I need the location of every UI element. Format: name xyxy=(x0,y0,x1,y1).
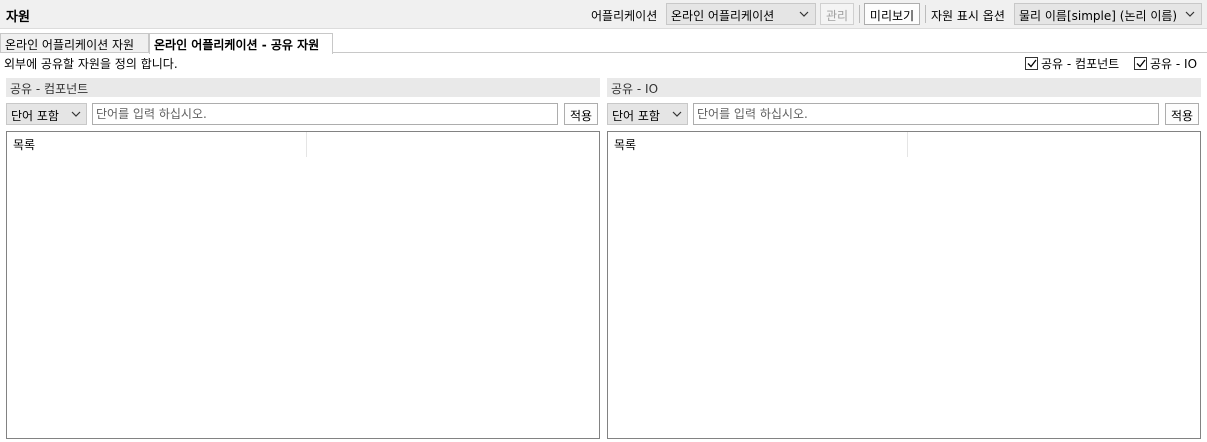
application-select-value: 온라인 어플리케이션 xyxy=(671,9,775,23)
filter-shared-component-label: 공유 - 컴포넌트 xyxy=(1041,57,1120,71)
display-option-select-value: 물리 이름[simple] (논리 이름) xyxy=(1019,9,1178,23)
apply-button[interactable]: 적용 xyxy=(564,103,598,125)
toolbar-divider xyxy=(925,5,926,23)
column-header-list[interactable]: 목록 xyxy=(608,132,908,157)
chevron-down-icon xyxy=(1183,6,1197,22)
resource-list[interactable]: 목록 xyxy=(6,131,600,439)
tab-online-application-resources[interactable]: 온라인 어플리케이션 자원 xyxy=(0,33,149,53)
column-header-list[interactable]: 목록 xyxy=(7,132,307,157)
chevron-down-icon xyxy=(797,6,811,22)
shared-io-panel: 공유 - IO 단어 포함 적용 목록 xyxy=(607,78,1201,440)
checkmark-icon xyxy=(1025,57,1038,70)
manage-button[interactable]: 관리 xyxy=(820,3,854,25)
panel-title: 공유 - IO xyxy=(607,78,1201,97)
chevron-down-icon xyxy=(670,106,684,122)
application-select[interactable]: 온라인 어플리케이션 xyxy=(666,3,816,25)
match-mode-select[interactable]: 단어 포함 xyxy=(607,103,688,125)
resource-list[interactable]: 목록 xyxy=(607,131,1201,439)
checkmark-icon xyxy=(1134,57,1147,70)
display-option-label: 자원 표시 옵션 xyxy=(931,9,1005,23)
filter-shared-io-label: 공유 - IO xyxy=(1150,57,1198,71)
filter-shared-io-checkbox[interactable]: 공유 - IO xyxy=(1134,55,1197,72)
match-mode-value: 단어 포함 xyxy=(612,109,660,123)
display-option-select[interactable]: 물리 이름[simple] (논리 이름) xyxy=(1014,3,1202,25)
resource-toolbar: 자원 어플리케이션 온라인 어플리케이션 관리 미리보기 자원 표시 옵션 물리… xyxy=(0,0,1207,29)
application-label: 어플리케이션 xyxy=(591,9,658,23)
toolbar-divider xyxy=(859,5,860,23)
shared-component-panel: 공유 - 컴포넌트 단어 포함 적용 목록 xyxy=(6,78,600,440)
page-description: 외부에 공유할 자원을 정의 합니다. xyxy=(4,57,178,71)
panel-title: 공유 - 컴포넌트 xyxy=(6,78,600,97)
preview-button[interactable]: 미리보기 xyxy=(864,3,920,25)
match-mode-value: 단어 포함 xyxy=(11,109,59,123)
filter-shared-component-checkbox[interactable]: 공유 - 컴포넌트 xyxy=(1025,55,1119,72)
chevron-down-icon xyxy=(69,106,83,122)
tab-online-application-shared-resources[interactable]: 온라인 어플리케이션 - 공유 자원 xyxy=(149,33,333,54)
search-input[interactable] xyxy=(92,103,558,125)
match-mode-select[interactable]: 단어 포함 xyxy=(6,103,87,125)
search-input[interactable] xyxy=(693,103,1159,125)
resource-tabs: 온라인 어플리케이션 자원 온라인 어플리케이션 - 공유 자원 xyxy=(0,33,1207,54)
page-title: 자원 xyxy=(6,10,30,25)
apply-button[interactable]: 적용 xyxy=(1165,103,1199,125)
